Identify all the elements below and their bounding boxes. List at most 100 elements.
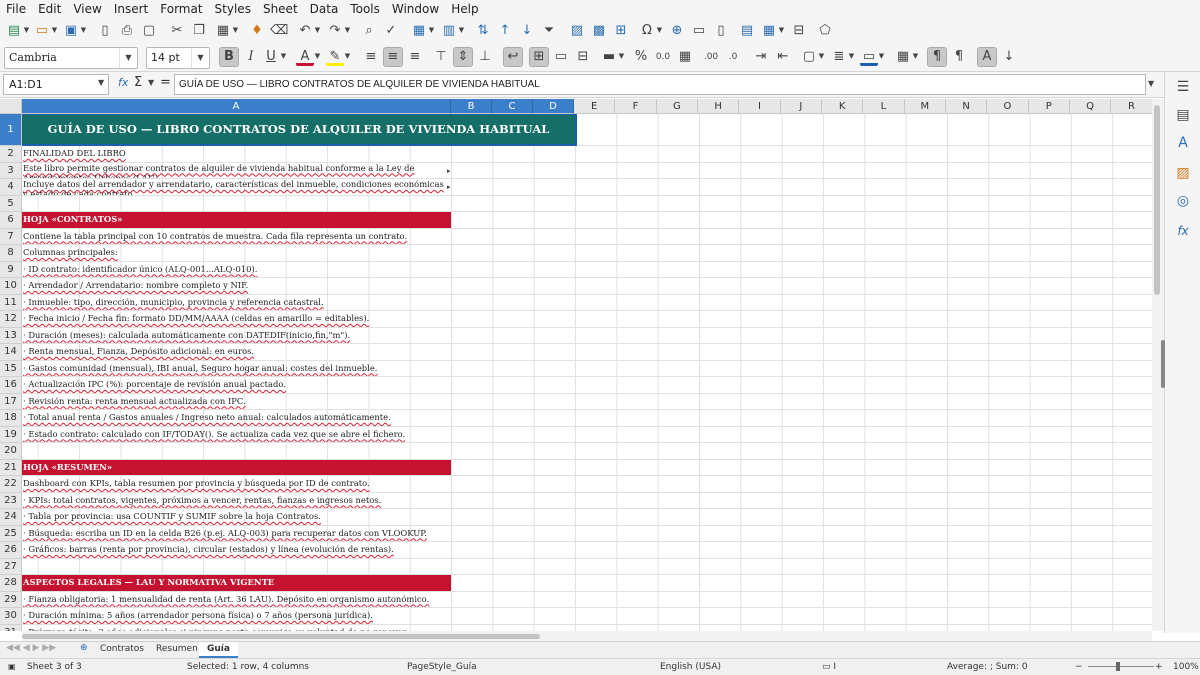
sort-descending-icon[interactable]: ↓ <box>518 22 536 40</box>
guide-title-cell[interactable]: GUÍA DE USO — LIBRO CONTRATOS DE ALQUILE… <box>22 114 577 146</box>
cell-text[interactable]: · KPIs: total contratos, vigentes, próxi… <box>22 493 451 509</box>
zoom-slider[interactable] <box>1088 666 1154 667</box>
chevron-down-icon[interactable]: ▼ <box>148 78 154 87</box>
zoom-out-icon[interactable]: − <box>1075 659 1083 675</box>
column-header-i[interactable]: I <box>739 99 781 114</box>
zoom-in-icon[interactable]: + <box>1155 659 1163 675</box>
align-right-icon[interactable]: ≡ <box>406 48 424 66</box>
chevron-down-icon[interactable]: ▼ <box>280 53 287 60</box>
row-header[interactable]: 26 <box>0 542 22 559</box>
header-footer-icon[interactable]: ▯ <box>712 22 730 40</box>
export-pdf-icon[interactable]: ▯ <box>96 22 114 40</box>
menu-tools[interactable]: Tools <box>344 0 386 18</box>
column-header-j[interactable]: J <box>780 99 822 114</box>
chevron-down-icon[interactable]: ▼ <box>344 27 351 34</box>
chevron-down-icon[interactable]: ▼ <box>912 53 919 60</box>
zoom-slider-thumb[interactable] <box>1116 662 1120 671</box>
row-header[interactable]: 6 <box>0 212 22 229</box>
row-header[interactable]: 17 <box>0 393 22 410</box>
row-header[interactable]: 10 <box>0 278 22 295</box>
functions-icon[interactable]: fx <box>1174 222 1192 240</box>
cell-text[interactable]: · Actualización IPC (%): porcentaje de r… <box>22 377 451 393</box>
autofilter-icon[interactable]: ⏷ <box>540 22 558 40</box>
menu-window[interactable]: Window <box>386 0 445 18</box>
merge-cells-icon[interactable]: ▭ <box>552 48 570 66</box>
open-folder-icon[interactable]: ▭ <box>33 22 51 40</box>
border-color-icon[interactable]: ▭ <box>860 48 878 66</box>
sheet-tab-contratos[interactable]: Contratos <box>92 642 152 658</box>
column-header-c[interactable]: C <box>492 99 533 114</box>
cell-text[interactable] <box>22 196 451 212</box>
delete-decimal-icon[interactable]: .0 <box>724 48 742 66</box>
row-header[interactable]: 22 <box>0 476 22 493</box>
column-icon[interactable]: ▥ <box>440 22 458 40</box>
cell-text[interactable]: Este libro permite gestionar contratos d… <box>22 163 451 178</box>
border-style-icon[interactable]: ≣ <box>830 48 848 66</box>
column-header-m[interactable]: M <box>904 99 946 114</box>
chevron-down-icon[interactable]: ▼ <box>778 27 785 34</box>
print-icon[interactable]: ⎙ <box>118 22 136 40</box>
page-style[interactable]: PageStyle_Guía <box>407 659 477 675</box>
column-header-a[interactable]: A <box>22 99 451 114</box>
cell-text[interactable]: · Estado contrato: calculado con IF/TODA… <box>22 427 451 443</box>
row-header[interactable]: 13 <box>0 327 22 344</box>
column-header-f[interactable]: F <box>615 99 657 114</box>
chevron-down-icon[interactable]: ▼ <box>23 27 30 34</box>
row-header[interactable]: 18 <box>0 410 22 427</box>
sum-status[interactable]: Average: ; Sum: 0 <box>947 659 1028 675</box>
cell-text[interactable]: · Duración (meses): calculada automática… <box>22 328 451 344</box>
sheet-tab-resumen[interactable]: Resumen <box>148 642 206 658</box>
pivot-table-icon[interactable]: ⊞ <box>612 22 630 40</box>
freeze-rows-columns-icon[interactable]: ▦ <box>760 22 778 40</box>
underline-button[interactable]: U <box>262 48 280 66</box>
chevron-down-icon[interactable]: ▼ <box>848 53 855 60</box>
menu-format[interactable]: Format <box>154 0 208 18</box>
menu-insert[interactable]: Insert <box>108 0 154 18</box>
chevron-down-icon[interactable]: ▼ <box>344 53 351 60</box>
spelling-icon[interactable]: ✓ <box>382 22 400 40</box>
row-header[interactable]: 7 <box>0 228 22 245</box>
cell-text[interactable]: FINALIDAD DEL LIBRO <box>22 146 451 162</box>
row-header[interactable]: 9 <box>0 261 22 278</box>
row-header[interactable]: 30 <box>0 608 22 625</box>
text-direction-left-to-right-icon[interactable]: ¶ <box>927 47 947 67</box>
row-header[interactable]: 4 <box>0 179 22 196</box>
date-format-icon[interactable]: ▦ <box>676 48 694 66</box>
sidebar-menu-icon[interactable]: ☰ <box>1174 78 1192 96</box>
paste-icon[interactable]: ▦ <box>214 22 232 40</box>
section-header-cell[interactable]: HOJA «RESUMEN» <box>22 459 451 475</box>
column-header-r[interactable]: R <box>1111 99 1153 114</box>
cell-text[interactable]: · Duración mínima: 5 años (arrendador pe… <box>22 608 451 624</box>
clear-formatting-icon[interactable]: ⌫ <box>270 22 288 40</box>
section-header-cell[interactable]: HOJA «CONTRATOS» <box>22 212 451 228</box>
cell-text[interactable]: Contiene la tabla principal con 10 contr… <box>22 229 451 245</box>
selection-mode-icon[interactable]: ▭ I <box>822 659 836 675</box>
find-replace-icon[interactable]: ⌕ <box>360 22 378 40</box>
section-header-cell[interactable]: ASPECTOS LEGALES — LAU Y NORMATIVA VIGEN… <box>22 575 451 591</box>
chevron-down-icon[interactable]: ▼ <box>98 78 104 87</box>
sort-ascending-icon[interactable]: ↑ <box>496 22 514 40</box>
sheet-tab-guia[interactable]: Guía <box>199 642 238 658</box>
define-print-area-icon[interactable]: ▤ <box>738 22 756 40</box>
row-header[interactable]: 3 <box>0 162 22 179</box>
align-left-icon[interactable]: ≡ <box>362 48 380 66</box>
chevron-down-icon[interactable]: ▼ <box>119 48 137 68</box>
column-header-l[interactable]: L <box>863 99 905 114</box>
gallery-icon[interactable]: ▨ <box>1174 164 1192 182</box>
menu-sheet[interactable]: Sheet <box>257 0 304 18</box>
font-size-combo[interactable]: 14 pt ▼ <box>146 47 210 69</box>
top-to-bottom-icon[interactable]: ↓ <box>1000 48 1018 66</box>
redo-icon[interactable]: ↷ <box>326 22 344 40</box>
formula-input[interactable]: GUÍA DE USO — LIBRO CONTRATOS DE ALQUILE… <box>174 74 1146 95</box>
properties-icon[interactable]: ▤ <box>1174 106 1192 124</box>
comment-icon[interactable]: ▭ <box>690 22 708 40</box>
undo-icon[interactable]: ↶ <box>296 22 314 40</box>
row-header[interactable]: 29 <box>0 591 22 608</box>
currency-format-icon[interactable]: ▬ <box>600 48 618 66</box>
cell-text[interactable]: Incluye datos del arrendador y arrendata… <box>22 179 451 194</box>
row-header[interactable]: 14 <box>0 344 22 361</box>
split-window-icon[interactable]: ⊟ <box>790 22 808 40</box>
percent-format-button[interactable]: % <box>632 48 650 66</box>
cell-text[interactable]: · Tabla por provincia: usa COUNTIF y SUM… <box>22 509 451 525</box>
bold-button[interactable]: B <box>219 47 239 67</box>
